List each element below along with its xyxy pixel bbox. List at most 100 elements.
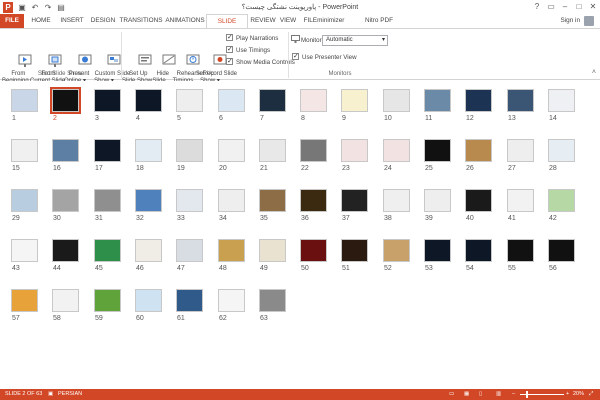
slide-thumbnail[interactable]: [50, 87, 81, 114]
reading-view-icon[interactable]: ▯: [479, 389, 482, 400]
tab-review[interactable]: REVIEW: [250, 14, 276, 28]
tab-home[interactable]: HOME: [27, 14, 55, 28]
slide-thumbnail[interactable]: [176, 89, 203, 112]
slide-thumbnail[interactable]: [465, 239, 492, 262]
slide-thumbnail[interactable]: [465, 139, 492, 162]
slide-sorter-view-icon[interactable]: ▦: [464, 389, 469, 400]
avatar[interactable]: [584, 16, 594, 26]
slide-thumbnail[interactable]: [548, 189, 575, 212]
slide-thumbnail[interactable]: [424, 89, 451, 112]
slide-thumbnail[interactable]: [259, 89, 286, 112]
fit-to-window-icon[interactable]: ⤢: [589, 389, 593, 400]
tab-slide-show[interactable]: SLIDE SHOW: [206, 14, 248, 39]
slide-thumbnail[interactable]: [259, 289, 286, 312]
slide-thumbnail[interactable]: [135, 239, 162, 262]
slide-thumbnail[interactable]: [300, 139, 327, 162]
slide-thumbnail[interactable]: [424, 239, 451, 262]
slide-thumbnail[interactable]: [259, 239, 286, 262]
slide-thumbnail[interactable]: [341, 189, 368, 212]
tab-nitro-pdf[interactable]: Nitro PDF Professional: [349, 14, 409, 38]
slide-thumbnail[interactable]: [424, 139, 451, 162]
tab-view[interactable]: VIEW: [277, 14, 299, 28]
maximize-button[interactable]: □: [572, 0, 586, 14]
minimize-button[interactable]: –: [558, 0, 572, 14]
zoom-in-button[interactable]: +: [566, 389, 569, 400]
slide-thumbnail[interactable]: [135, 289, 162, 312]
slide-thumbnail[interactable]: [507, 139, 534, 162]
slide-thumbnail[interactable]: [218, 89, 245, 112]
slide-thumbnail[interactable]: [424, 189, 451, 212]
slide-thumbnail[interactable]: [176, 239, 203, 262]
slide-thumbnail[interactable]: [465, 189, 492, 212]
slide-thumbnail[interactable]: [341, 89, 368, 112]
slide-thumbnail[interactable]: [135, 189, 162, 212]
zoom-level[interactable]: 20%: [573, 389, 584, 400]
slide-thumbnail[interactable]: [383, 239, 410, 262]
slide-thumbnail[interactable]: [548, 89, 575, 112]
slide-thumbnail[interactable]: [218, 139, 245, 162]
slide-thumbnail[interactable]: [11, 89, 38, 112]
zoom-out-button[interactable]: –: [512, 389, 515, 400]
tab-fileminimizer[interactable]: FILEminimizer: [302, 14, 346, 28]
slide-number: 44: [53, 265, 61, 272]
slide-thumbnail[interactable]: [135, 89, 162, 112]
slide-thumbnail[interactable]: [300, 89, 327, 112]
slide-thumbnail[interactable]: [52, 289, 79, 312]
slide-number: 35: [260, 215, 268, 222]
use-presenter-view-checkbox[interactable]: Use Presenter View: [292, 52, 357, 62]
slide-thumbnail[interactable]: [507, 89, 534, 112]
close-button[interactable]: ✕: [586, 0, 600, 14]
collapse-ribbon-icon[interactable]: ˄: [592, 69, 596, 76]
slide-thumbnail[interactable]: [259, 139, 286, 162]
monitor-dropdown[interactable]: Automatic ▾: [322, 35, 388, 46]
slide-thumbnail[interactable]: [94, 189, 121, 212]
help-icon[interactable]: ?: [530, 0, 544, 14]
slide-thumbnail[interactable]: [218, 239, 245, 262]
language-indicator[interactable]: PERSIAN: [58, 389, 82, 400]
slideshow-view-icon[interactable]: ▥: [496, 389, 501, 400]
tab-insert[interactable]: INSERT: [57, 14, 87, 28]
slide-thumbnail[interactable]: [300, 189, 327, 212]
slide-thumbnail[interactable]: [383, 189, 410, 212]
slide-thumbnail[interactable]: [300, 239, 327, 262]
spelling-icon[interactable]: ▣: [48, 389, 53, 400]
slide-thumbnail[interactable]: [94, 89, 121, 112]
zoom-slider-handle[interactable]: [526, 391, 528, 398]
use-timings-checkbox[interactable]: Use Timings: [226, 45, 270, 55]
slide-thumbnail[interactable]: [383, 139, 410, 162]
slide-thumbnail[interactable]: [507, 239, 534, 262]
slide-thumbnail[interactable]: [11, 139, 38, 162]
slide-thumbnail[interactable]: [259, 189, 286, 212]
slide-thumbnail[interactable]: [341, 139, 368, 162]
tab-file[interactable]: FILE: [0, 14, 24, 28]
slide-thumbnail[interactable]: [548, 139, 575, 162]
slide-thumbnail[interactable]: [341, 239, 368, 262]
slide-thumbnail[interactable]: [52, 239, 79, 262]
slide-thumbnail[interactable]: [176, 189, 203, 212]
slide-thumbnail[interactable]: [176, 289, 203, 312]
slide-thumbnail[interactable]: [94, 289, 121, 312]
slide-thumbnail[interactable]: [11, 289, 38, 312]
slide-thumbnail[interactable]: [465, 89, 492, 112]
tab-design[interactable]: DESIGN: [88, 14, 118, 28]
sign-in-link[interactable]: Sign in: [560, 14, 580, 28]
tab-animations[interactable]: ANIMATIONS: [164, 14, 206, 28]
slide-thumbnail[interactable]: [218, 289, 245, 312]
slide-thumbnail[interactable]: [176, 139, 203, 162]
slide-thumbnail[interactable]: [11, 239, 38, 262]
slide-thumbnail[interactable]: [218, 189, 245, 212]
normal-view-icon[interactable]: ▭: [449, 389, 454, 400]
tab-transitions[interactable]: TRANSITIONS: [119, 14, 163, 28]
ribbon-display-icon[interactable]: ▭: [544, 0, 558, 14]
slide-thumbnail[interactable]: [548, 239, 575, 262]
slide-thumbnail[interactable]: [94, 239, 121, 262]
slide-thumbnail[interactable]: [135, 139, 162, 162]
slide-thumbnail[interactable]: [507, 189, 534, 212]
slide-thumbnail[interactable]: [94, 139, 121, 162]
slide-thumbnail[interactable]: [11, 189, 38, 212]
slide-thumbnail[interactable]: [383, 89, 410, 112]
slide-thumbnail[interactable]: [52, 139, 79, 162]
show-media-controls-checkbox[interactable]: Show Media Controls: [226, 57, 295, 67]
play-narrations-checkbox[interactable]: Play Narrations: [226, 33, 278, 43]
slide-thumbnail[interactable]: [52, 189, 79, 212]
